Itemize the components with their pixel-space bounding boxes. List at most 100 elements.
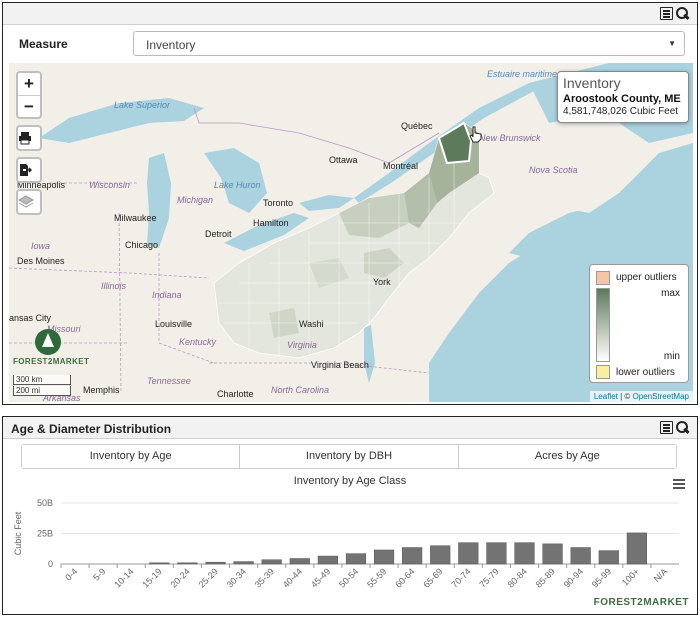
zoom-icon[interactable] [676,421,689,434]
map-panel: Measure Inventory ▼ Lake Superior Estuai… [2,2,698,405]
bar[interactable] [430,545,451,565]
x-tick-label: 5-9 [91,566,107,582]
distribution-tabs: Inventory by Age Inventory by DBH Acres … [21,444,677,469]
label-illinois: Illinois [101,281,127,291]
label-quebec: Québec [401,121,433,131]
label-tennessee: Tennessee [147,376,191,386]
bar[interactable] [598,550,619,565]
list-icon[interactable] [660,421,673,434]
label-iowa: Iowa [31,241,51,251]
attribution-sep: | © [617,392,633,401]
label-charlotte: Charlotte [217,389,254,399]
scale-km: 300 km [13,375,71,385]
measure-row: Measure Inventory ▼ [3,25,697,63]
bar[interactable] [317,555,338,565]
legend-lower-swatch [596,365,610,379]
age-diameter-panel: Age & Diameter Distribution Inventory by… [2,416,698,615]
bar[interactable] [458,542,479,565]
leaflet-link[interactable]: Leaflet [594,392,618,401]
bar[interactable] [261,559,282,565]
export-icon [20,164,32,176]
legend-min-label: min [663,351,680,362]
map-legend: upper outliers max min lower outliers [589,264,689,383]
x-tick-label: 65-69 [421,566,444,589]
label-washington: Washi [299,319,324,329]
bar[interactable] [514,542,535,565]
zoom-control: + − [16,71,42,119]
bar[interactable] [373,549,395,565]
bar[interactable] [542,543,563,565]
zoom-icon[interactable] [676,7,689,20]
y-tick-label: 50B [37,498,53,508]
tooltip-county: Aroostook County, ME [563,93,681,105]
label-lake-huron: Lake Huron [214,180,261,190]
label-louisville: Louisville [155,319,193,329]
list-icon[interactable] [660,7,673,20]
chart-title: Inventory by Age Class [293,475,407,487]
x-tick-label: 30-34 [225,566,248,589]
zoom-out-button[interactable]: − [18,95,40,117]
bar[interactable] [149,562,170,565]
x-tick-label: 95-99 [590,566,613,589]
tab-inventory-by-dbh[interactable]: Inventory by DBH [239,445,458,468]
legend-lower-label: lower outliers [616,367,675,378]
x-tick-label: 45-49 [309,566,332,589]
label-toronto: Toronto [263,198,294,208]
bar[interactable] [177,562,198,565]
zoom-in-button[interactable]: + [18,73,40,95]
bar[interactable] [570,547,591,565]
label-nova-scotia: Nova Scotia [529,165,578,175]
bar[interactable] [289,558,310,565]
bar[interactable] [233,561,254,565]
bar[interactable] [626,532,647,565]
x-tick-label: 40-44 [281,566,304,589]
bar[interactable] [345,553,367,565]
label-indiana: Indiana [152,290,182,300]
forest2market-logo: FOREST2MARKET [13,329,89,375]
x-tick-label: 20-24 [168,566,191,589]
measure-select[interactable]: Inventory ▼ [133,31,685,56]
x-tick-label: 10-14 [112,566,135,589]
y-axis-label: Cubic Feet [13,511,23,555]
x-tick-label: 0-4 [63,566,79,582]
bar[interactable] [486,542,507,565]
choropleth-map[interactable]: Lake Superior Estuaire maritime Québec N… [9,63,693,402]
label-michigan: Michigan [177,195,214,205]
label-milwaukee: Milwaukee [114,213,157,223]
bar[interactable] [402,547,423,565]
print-button[interactable] [18,127,40,149]
tab-acres-by-age[interactable]: Acres by Age [457,445,676,468]
label-chicago: Chicago [125,240,159,250]
layers-icon [18,195,34,208]
scale-mi: 200 mi [13,386,71,396]
label-virginia-beach: Virginia Beach [311,360,369,370]
x-tick-label: N/A [652,566,670,584]
x-tick-label: 75-79 [477,566,500,589]
tooltip-title: Inventory [563,75,621,91]
x-tick-label: 85-89 [534,566,557,589]
legend-gradient [596,288,610,362]
label-des-moines: Des Moines [17,256,65,266]
print-icon [19,132,31,145]
measure-label: Measure [19,37,68,51]
x-tick-label: 55-59 [365,566,388,589]
bar[interactable] [205,561,226,565]
age-class-bar-chart: 0 25B 50B Cubic Feet 0-4 5-9 10-14 15-19 20-24 25… [13,498,679,590]
x-tick-label: 100+ [620,566,641,587]
label-montreal: Montréal [383,161,419,171]
label-ottawa: Ottawa [329,155,358,165]
label-hamilton: Hamilton [253,218,289,228]
map-panel-header [3,3,697,25]
label-wisconsin: Wisconsin [89,180,130,190]
tab-inventory-by-age[interactable]: Inventory by Age [22,445,240,468]
export-button[interactable] [18,159,40,181]
county-tooltip: Inventory Aroostook County, ME 4,581,748… [557,71,689,123]
x-tick-label: 80-84 [506,566,529,589]
x-tick-label: 50-54 [337,566,360,589]
legend-upper-label: upper outliers [616,272,677,283]
label-new-york: York [373,277,391,287]
label-memphis: Memphis [83,385,120,395]
layers-button[interactable] [18,191,40,213]
label-estuaire: Estuaire maritime [487,69,558,79]
osm-link[interactable]: OpenStreetMap [633,392,689,401]
